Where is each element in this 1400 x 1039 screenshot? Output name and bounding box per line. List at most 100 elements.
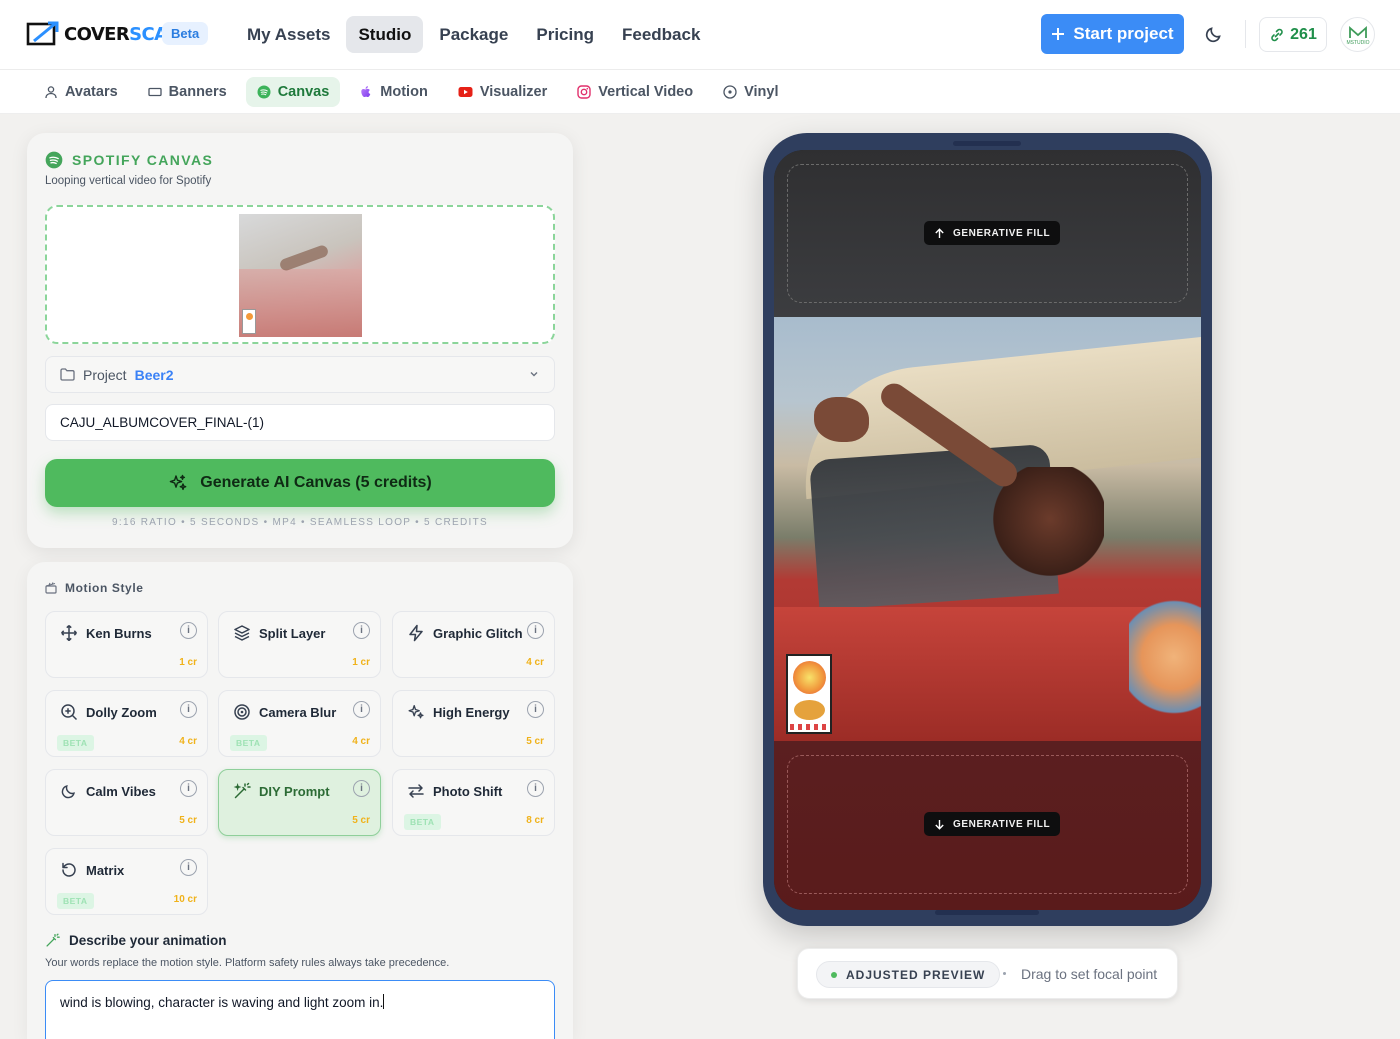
info-icon[interactable]: i	[180, 859, 197, 876]
spotify-icon	[45, 151, 63, 169]
tab-visualizer[interactable]: Visualizer	[447, 77, 558, 107]
folder-icon	[60, 368, 75, 381]
theme-toggle-button[interactable]	[1204, 24, 1224, 49]
filename-field[interactable]: CAJU_ALBUMCOVER_FINAL-(1)	[45, 404, 555, 441]
style-high-energy[interactable]: High Energy i 5 cr	[392, 690, 555, 757]
info-icon[interactable]: i	[527, 780, 544, 797]
generative-fill-bottom: GENERATIVE FILL	[774, 741, 1201, 910]
style-name: Split Layer	[259, 626, 326, 641]
generative-fill-top: GENERATIVE FILL	[774, 150, 1201, 317]
avatar[interactable]: MSTUDIO	[1340, 17, 1375, 52]
sparkles-icon	[169, 474, 187, 491]
style-graphic-glitch[interactable]: Graphic Glitch i 4 cr	[392, 611, 555, 678]
info-icon[interactable]: i	[527, 622, 544, 639]
style-cost: 1 cr	[179, 657, 197, 668]
album-sticker	[786, 654, 832, 734]
info-icon[interactable]: i	[180, 780, 197, 797]
studio-logo-icon: MSTUDIO	[1346, 25, 1369, 46]
style-calm-vibes[interactable]: Calm Vibes i 5 cr	[45, 769, 208, 836]
spotify-icon	[257, 85, 271, 99]
image-dropzone[interactable]	[45, 205, 555, 344]
preview-screen[interactable]: GENERATIVE FILL GENERATIVE FILL	[774, 150, 1201, 910]
style-name: DIY Prompt	[259, 784, 330, 799]
style-cost: 8 cr	[526, 815, 544, 826]
clapperboard-icon	[45, 582, 57, 594]
link-icon	[1271, 28, 1283, 41]
project-select[interactable]: Project Beer2	[45, 356, 555, 393]
aperture-icon	[234, 704, 250, 720]
tab-vinyl[interactable]: Vinyl	[712, 77, 789, 107]
project-label: Project	[83, 366, 127, 383]
style-name: Ken Burns	[86, 626, 152, 641]
style-photo-shift[interactable]: Photo Shift i BETA 8 cr	[392, 769, 555, 836]
start-project-button[interactable]: Start project	[1041, 14, 1184, 54]
info-icon[interactable]: i	[353, 780, 370, 797]
style-matrix[interactable]: Matrix i BETA 10 cr	[45, 848, 208, 915]
style-cost: 5 cr	[526, 736, 544, 747]
beta-badge: BETA	[404, 814, 441, 830]
tab-canvas[interactable]: Canvas	[245, 77, 341, 107]
svg-text:MSTUDIO: MSTUDIO	[1346, 40, 1369, 46]
status-dot	[831, 971, 837, 978]
beta-badge: BETA	[230, 735, 267, 751]
preview-status-bar: ADJUSTED PREVIEW Drag to set focal point	[797, 948, 1178, 999]
credits-count: 261	[1290, 25, 1317, 43]
nav-my-assets[interactable]: My Assets	[235, 16, 342, 53]
info-icon[interactable]: i	[353, 701, 370, 718]
style-cost: 1 cr	[352, 657, 370, 668]
cover-thumbnail	[239, 214, 362, 337]
tab-vertical-video[interactable]: Vertical Video	[566, 77, 704, 107]
beta-badge: BETA	[57, 893, 94, 909]
tab-avatars[interactable]: Avatars	[33, 77, 129, 107]
generate-label: Generate AI Canvas (5 credits)	[200, 474, 432, 491]
describe-subtitle: Your words replace the motion style. Pla…	[45, 957, 450, 969]
style-name: Graphic Glitch	[433, 626, 523, 641]
style-split-layer[interactable]: Split Layer i 1 cr	[218, 611, 381, 678]
style-dolly-zoom[interactable]: Dolly Zoom i BETA 4 cr	[45, 690, 208, 757]
style-cost: 5 cr	[179, 815, 197, 826]
separator-dot	[1003, 972, 1006, 975]
project-value: Beer2	[134, 366, 174, 383]
vinyl-icon	[723, 85, 737, 99]
nav-package[interactable]: Package	[427, 16, 520, 53]
info-icon[interactable]: i	[527, 701, 544, 718]
adjusted-preview-badge[interactable]: ADJUSTED PREVIEW	[816, 961, 1001, 988]
instagram-icon	[577, 85, 591, 99]
arrow-down-icon	[935, 819, 944, 830]
rotate-ccw-icon	[62, 862, 76, 877]
info-icon[interactable]: i	[180, 622, 197, 639]
style-ken-burns[interactable]: Ken Burns i 1 cr	[45, 611, 208, 678]
card-title-text: SPOTIFY CANVAS	[72, 152, 214, 168]
info-icon[interactable]: i	[180, 701, 197, 718]
moon-icon	[1205, 27, 1221, 43]
style-diy-prompt[interactable]: DIY Prompt i 5 cr	[218, 769, 381, 836]
animation-prompt-input[interactable]: wind is blowing, character is waving and…	[45, 980, 555, 1039]
top-navbar: COVERSCALE Beta My Assets Studio Package…	[0, 0, 1400, 70]
nav-pricing[interactable]: Pricing	[524, 16, 606, 53]
nav-feedback[interactable]: Feedback	[610, 16, 712, 53]
tab-banners[interactable]: Banners	[137, 77, 238, 107]
plus-icon	[1052, 28, 1065, 40]
tab-label: Avatars	[65, 84, 118, 100]
tab-motion[interactable]: Motion	[348, 77, 439, 107]
tab-label: Vertical Video	[598, 84, 694, 100]
motion-style-card: Motion Style Ken Burns i 1 cr Split Laye…	[27, 562, 573, 1039]
info-icon[interactable]: i	[353, 622, 370, 639]
logo-icon	[26, 21, 59, 46]
zoom-in-icon	[61, 704, 78, 721]
card-subtitle: Looping vertical video for Spotify	[45, 175, 212, 187]
style-name: Photo Shift	[433, 784, 503, 799]
arrows-left-right-icon	[408, 784, 424, 798]
style-name: Matrix	[86, 863, 125, 878]
tab-label: Banners	[168, 84, 227, 100]
nav-studio[interactable]: Studio	[346, 16, 424, 53]
tab-label: Canvas	[277, 84, 330, 100]
generate-canvas-button[interactable]: Generate AI Canvas (5 credits)	[45, 459, 555, 507]
generative-fill-top-badge: GENERATIVE FILL	[924, 221, 1061, 245]
style-cost: 5 cr	[352, 815, 370, 826]
text-caret	[383, 994, 385, 1009]
style-name: Camera Blur	[259, 705, 337, 720]
sparkles-icon	[408, 705, 424, 719]
style-camera-blur[interactable]: Camera Blur i BETA 4 cr	[218, 690, 381, 757]
credits-badge[interactable]: 261	[1259, 17, 1327, 52]
